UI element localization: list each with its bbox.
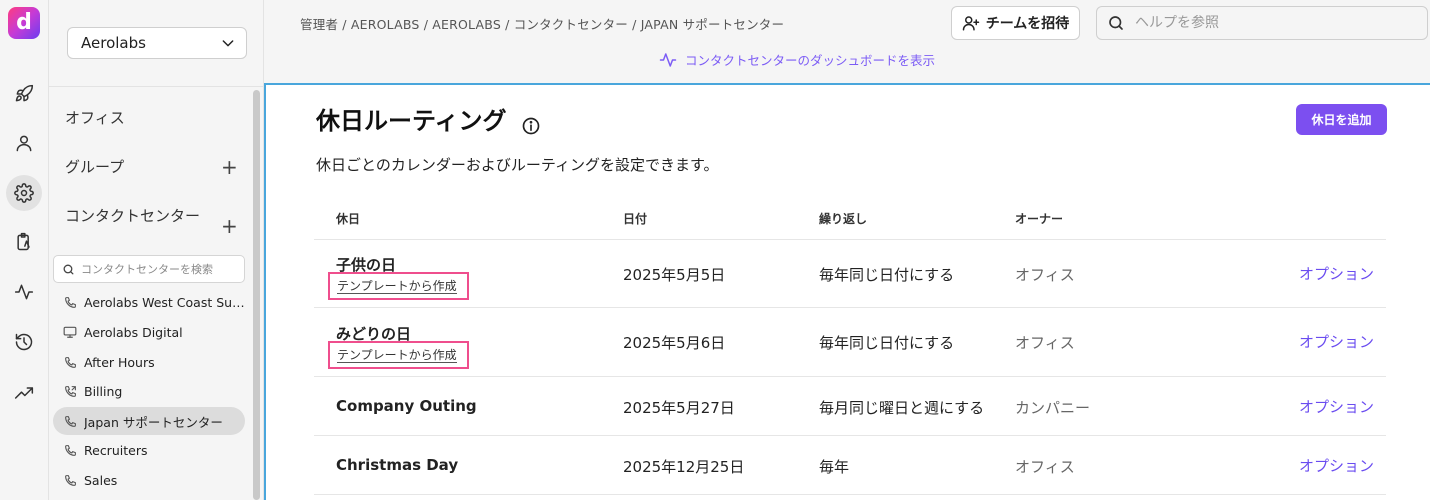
holiday-repeat: 毎年 xyxy=(819,458,850,476)
contact-center-search-input[interactable] xyxy=(81,262,231,276)
phone-icon xyxy=(63,355,77,369)
options-link[interactable]: オプション xyxy=(1299,396,1374,417)
trending-up-icon[interactable] xyxy=(6,375,42,411)
invite-team-button[interactable]: チームを招待 xyxy=(951,6,1080,40)
holiday-date: 2025年12月25日 xyxy=(623,458,745,476)
phone-icon xyxy=(63,295,77,309)
holiday-name: Christmas Day xyxy=(336,456,459,474)
phone-icon xyxy=(63,473,77,487)
holiday-owner: カンパニー xyxy=(1015,399,1091,417)
history-icon[interactable] xyxy=(6,324,42,360)
column-header-repeat: 繰り返し xyxy=(819,212,868,226)
page-subtitle: 休日ごとのカレンダーおよびルーティングを設定できます。 xyxy=(316,156,719,174)
nav-rail: d xyxy=(0,0,49,500)
contact-center-search[interactable] xyxy=(53,255,245,283)
sidebar-item-west-coast[interactable]: Aerolabs West Coast Supp... xyxy=(53,288,245,316)
info-icon[interactable] xyxy=(521,116,541,136)
header-divider xyxy=(314,239,1386,240)
monitor-icon xyxy=(63,325,77,339)
contact-center-dashboard-link[interactable]: コンタクトセンターのダッシュボードを表示 xyxy=(659,50,935,69)
column-header-owner: オーナー xyxy=(1015,212,1064,226)
top-header: 管理者 / AEROLABS / AEROLABS / コンタクトセンター / … xyxy=(264,0,1430,83)
phone-transfer-icon xyxy=(63,384,77,398)
options-link[interactable]: オプション xyxy=(1299,331,1374,352)
from-template-link[interactable]: テンプレートから作成 xyxy=(328,341,469,369)
activity-icon xyxy=(659,52,677,67)
row-divider xyxy=(314,376,1386,377)
row-divider xyxy=(314,435,1386,436)
sidebar-item-sales[interactable]: Sales xyxy=(53,466,245,494)
row-divider xyxy=(314,307,1386,308)
add-contact-center-icon[interactable]: + xyxy=(221,216,238,236)
clipboard-icon[interactable] xyxy=(6,224,42,260)
phone-icon xyxy=(63,443,77,457)
gear-icon[interactable] xyxy=(6,175,42,211)
holiday-routing-panel: 休日ルーティング 休日を追加 休日ごとのカレンダーおよびルーティングを設定できま… xyxy=(264,83,1430,500)
holiday-name: Company Outing xyxy=(336,397,477,415)
phone-icon xyxy=(63,414,77,428)
sidebar-section-groups[interactable]: グループ xyxy=(65,156,124,177)
holiday-date: 2025年5月5日 xyxy=(623,266,726,284)
user-plus-icon xyxy=(962,16,979,31)
options-link[interactable]: オプション xyxy=(1299,455,1374,476)
sidebar-divider xyxy=(49,86,264,87)
page-title: 休日ルーティング xyxy=(316,107,507,135)
activity-icon[interactable] xyxy=(6,274,42,310)
sidebar-scrollbar[interactable] xyxy=(253,90,260,500)
row-divider xyxy=(314,494,1386,495)
column-header-holiday: 休日 xyxy=(336,212,361,226)
options-link[interactable]: オプション xyxy=(1299,263,1374,284)
sidebar-item-japan-support[interactable]: Japan サポートセンター xyxy=(53,407,245,435)
holiday-date: 2025年5月27日 xyxy=(623,399,735,417)
holiday-repeat: 毎年同じ日付にする xyxy=(819,266,955,284)
sidebar-item-after-hours[interactable]: After Hours xyxy=(53,348,245,376)
column-header-date: 日付 xyxy=(623,212,648,226)
search-icon xyxy=(1109,16,1123,30)
holiday-owner: オフィス xyxy=(1015,458,1075,476)
holiday-repeat: 毎月同じ曜日と週にする xyxy=(819,399,985,417)
holiday-date: 2025年5月6日 xyxy=(623,334,726,352)
app-logo[interactable]: d xyxy=(8,7,40,39)
search-icon xyxy=(63,264,74,274)
sidebar-item-digital[interactable]: Aerolabs Digital xyxy=(53,318,245,346)
help-search[interactable] xyxy=(1096,6,1428,40)
rocket-icon[interactable] xyxy=(6,76,42,112)
sidebar-section-contact-centers[interactable]: コンタクトセンター xyxy=(65,204,215,228)
holiday-owner: オフィス xyxy=(1015,334,1075,352)
sidebar-item-recruiters[interactable]: Recruiters xyxy=(53,436,245,464)
holiday-owner: オフィス xyxy=(1015,266,1075,284)
org-select[interactable]: Aerolabs xyxy=(67,27,247,59)
add-group-icon[interactable]: + xyxy=(221,157,238,177)
sidebar-item-billing[interactable]: Billing xyxy=(53,377,245,405)
breadcrumb[interactable]: 管理者 / AEROLABS / AEROLABS / コンタクトセンター / … xyxy=(300,14,784,33)
sidebar-section-office[interactable]: オフィス xyxy=(65,107,125,128)
add-holiday-button[interactable]: 休日を追加 xyxy=(1296,104,1387,135)
help-search-input[interactable] xyxy=(1135,15,1415,31)
person-icon[interactable] xyxy=(6,125,42,161)
settings-sidebar: Aerolabs オフィス グループ + コンタクトセンター + Aerolab… xyxy=(49,0,264,500)
chevron-down-icon xyxy=(222,40,234,47)
holiday-repeat: 毎年同じ日付にする xyxy=(819,334,955,352)
from-template-link[interactable]: テンプレートから作成 xyxy=(328,272,469,300)
